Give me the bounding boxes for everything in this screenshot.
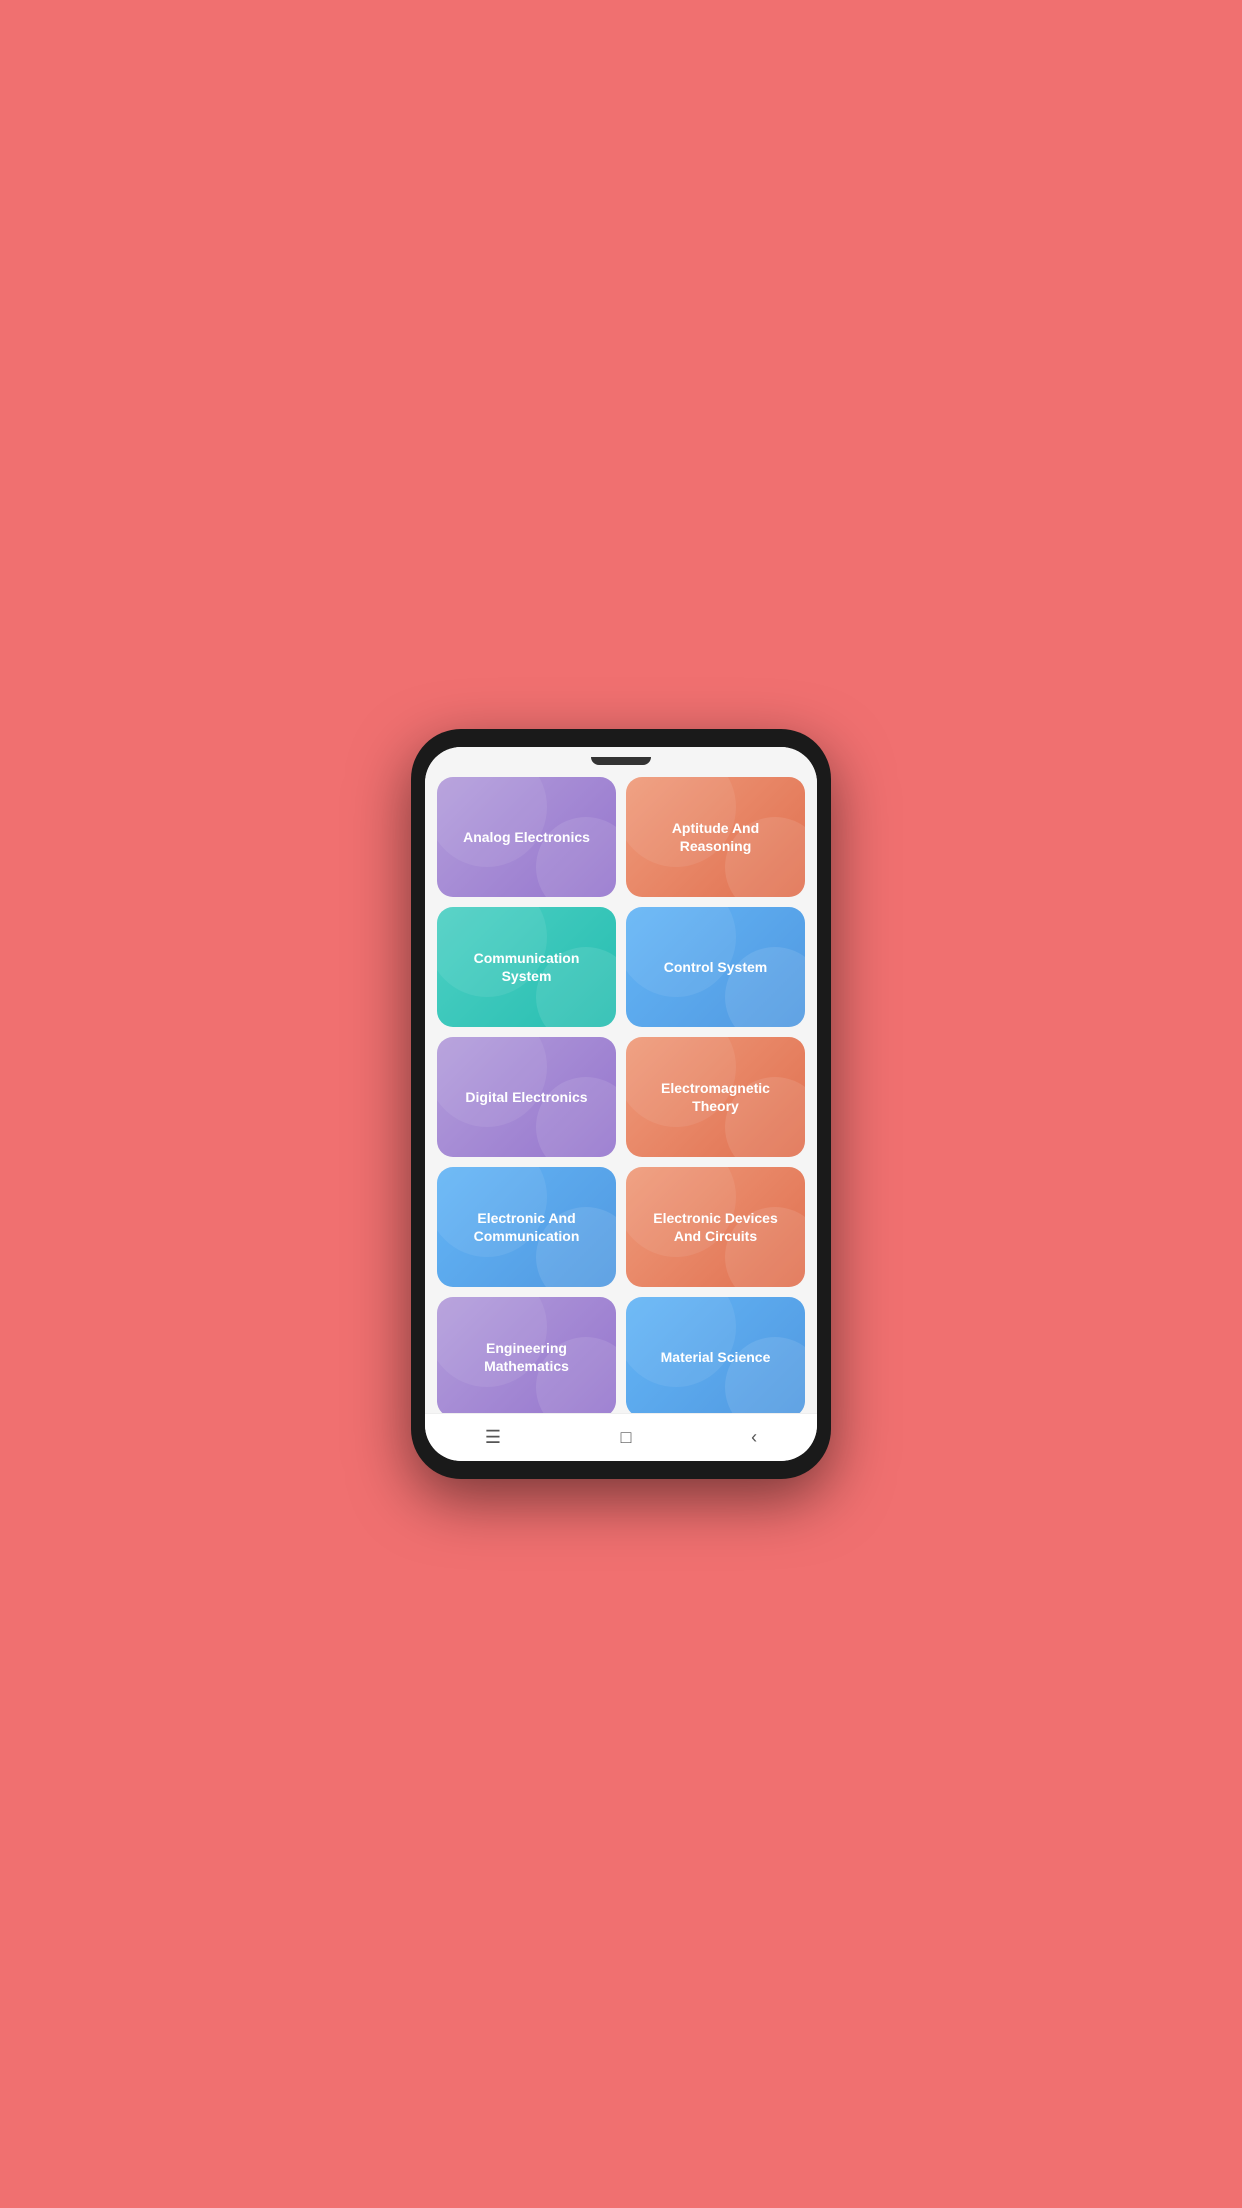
card-communication-system[interactable]: Communication System <box>437 907 616 1027</box>
card-label-control-system: Control System <box>664 958 767 976</box>
card-label-electronic-and-comm: Electronic And Communication <box>449 1209 604 1245</box>
card-electronic-and-comm[interactable]: Electronic And Communication <box>437 1167 616 1287</box>
card-electronic-devices[interactable]: Electronic Devices And Circuits <box>626 1167 805 1287</box>
phone-screen: Analog Electronics Aptitude And Reasoning… <box>425 747 817 1461</box>
card-control-system[interactable]: Control System <box>626 907 805 1027</box>
card-engineering-mathematics[interactable]: Engineering Mathematics <box>437 1297 616 1413</box>
menu-icon[interactable]: ☰ <box>485 1427 501 1448</box>
subject-grid: Analog Electronics Aptitude And Reasoning… <box>437 777 805 1413</box>
nav-bar: ☰ □ ‹ <box>425 1413 817 1461</box>
back-icon[interactable]: ‹ <box>751 1427 757 1448</box>
card-aptitude-and-reasoning[interactable]: Aptitude And Reasoning <box>626 777 805 897</box>
card-material-science[interactable]: Material Science <box>626 1297 805 1413</box>
phone-device: Analog Electronics Aptitude And Reasoning… <box>411 729 831 1479</box>
scroll-area[interactable]: Analog Electronics Aptitude And Reasoning… <box>425 767 817 1413</box>
card-label-material-science: Material Science <box>661 1348 771 1366</box>
card-label-communication-system: Communication System <box>449 949 604 985</box>
status-bar <box>425 747 817 767</box>
notch <box>591 757 651 765</box>
card-label-electromagnetic-theory: Electromagnetic Theory <box>638 1079 793 1115</box>
card-analog-electronics[interactable]: Analog Electronics <box>437 777 616 897</box>
card-label-analog-electronics: Analog Electronics <box>463 828 590 846</box>
card-label-engineering-mathematics: Engineering Mathematics <box>449 1339 604 1375</box>
card-label-electronic-devices: Electronic Devices And Circuits <box>638 1209 793 1245</box>
card-electromagnetic-theory[interactable]: Electromagnetic Theory <box>626 1037 805 1157</box>
card-digital-electronics[interactable]: Digital Electronics <box>437 1037 616 1157</box>
card-label-aptitude-and-reasoning: Aptitude And Reasoning <box>638 819 793 855</box>
home-icon[interactable]: □ <box>621 1427 632 1448</box>
card-label-digital-electronics: Digital Electronics <box>465 1088 587 1106</box>
